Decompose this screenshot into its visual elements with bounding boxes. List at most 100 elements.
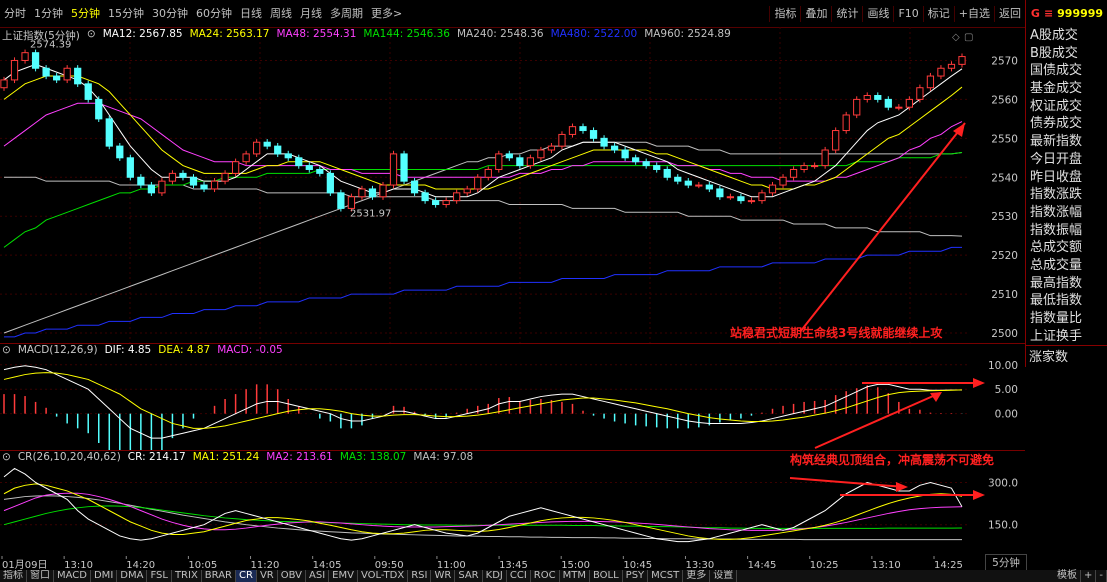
cr-panel[interactable]: 300.0 150.0 构筑经典见顶组合，冲高震荡不可避免 ⊙ CR(26,10,2…	[0, 450, 1025, 554]
indicator-tab-brar[interactable]: BRAR	[202, 570, 236, 582]
indicator-tab-kdj[interactable]: KDJ	[483, 570, 507, 582]
back-button[interactable]: 返回	[994, 5, 1025, 22]
side-list-item[interactable]: 最新指数	[1026, 133, 1107, 151]
indicator-tab-psy[interactable]: PSY	[623, 570, 649, 582]
tab-period-daily[interactable]: 日线	[236, 0, 266, 27]
overlay-button[interactable]: 叠加	[800, 5, 831, 22]
cr-chart[interactable]: 300.0 150.0 构筑经典见顶组合，冲高震荡不可避免	[0, 450, 1025, 554]
tab-period-1min[interactable]: 1分钟	[30, 0, 67, 27]
indicator-tab-window[interactable]: 窗口	[27, 570, 54, 582]
indicator-tab-vr[interactable]: VR	[257, 570, 278, 582]
macd-line-dif	[3, 365, 962, 439]
tab-period-5min[interactable]: 5分钟	[67, 0, 104, 27]
tab-period-monthly[interactable]: 月线	[296, 0, 326, 27]
indicator-tab-fsl[interactable]: FSL	[147, 570, 172, 582]
candle-body	[231, 161, 240, 174]
indicator-tab-emv[interactable]: EMV	[329, 570, 358, 582]
expand-icon[interactable]: ◇	[952, 32, 960, 43]
side-list-extra[interactable]: 涨家数	[1025, 345, 1107, 365]
time-label: 14:25	[934, 560, 963, 570]
indicator-tab-mtm[interactable]: MTM	[560, 570, 590, 582]
template-button[interactable]: 模板	[1054, 570, 1081, 582]
indicator-tab-rsi[interactable]: RSI	[408, 570, 432, 582]
zoom-out-button[interactable]: -	[1096, 570, 1107, 582]
tab-period-15min[interactable]: 15分钟	[104, 0, 148, 27]
side-list-item[interactable]: 昨日收盘	[1026, 169, 1107, 187]
side-list-item[interactable]: 指数涨幅	[1026, 204, 1107, 222]
indicator-tab-设置[interactable]: 设置	[710, 570, 738, 582]
side-list-item[interactable]: B股成交	[1026, 45, 1107, 63]
draw-line-button[interactable]: 画线	[862, 5, 893, 22]
window-icon[interactable]: ▢	[964, 32, 973, 43]
y-tick-label: 150.0	[988, 520, 1018, 532]
indicator-tab-obv[interactable]: OBV	[278, 570, 306, 582]
tab-period-more[interactable]: 更多>	[367, 0, 406, 27]
indicator-tab-trix[interactable]: TRIX	[172, 570, 202, 582]
candle-body	[326, 172, 334, 194]
indicator-tab-dma[interactable]: DMA	[117, 570, 148, 582]
side-list-item[interactable]: A股成交	[1026, 27, 1107, 45]
indicator-tab-cci[interactable]: CCI	[507, 570, 531, 582]
chart-settings-icon[interactable]: ⊙	[2, 344, 11, 356]
side-list-item[interactable]: 权证成交	[1026, 98, 1107, 116]
y-tick-label: 2520	[991, 250, 1018, 262]
side-list-item[interactable]: 指数振幅	[1026, 222, 1107, 240]
indicator-tab-indicator[interactable]: 指标	[0, 570, 27, 582]
chart-settings-icon[interactable]: ⊙	[2, 451, 11, 463]
indicator-tab-boll[interactable]: BOLL	[590, 570, 623, 582]
side-list-item[interactable]: 指数量比	[1026, 310, 1107, 328]
macd-title: MACD(12,26,9)	[17, 344, 98, 356]
price-chart-panel[interactable]: 2570 2560 2550 2540 2530 2520 2510 2500 2574.39 2…	[0, 27, 1025, 344]
candle-body	[726, 196, 735, 199]
mark-button[interactable]: 标记	[922, 5, 954, 22]
chart-settings-icon[interactable]: ⊙	[87, 28, 96, 43]
indicator-tab-macd[interactable]: MACD	[54, 570, 91, 582]
candle-body	[95, 98, 103, 120]
side-list-item[interactable]: 上证换手	[1026, 328, 1107, 346]
side-list-item[interactable]: 指数涨跌	[1026, 186, 1107, 204]
side-list-item[interactable]: 总成交额	[1026, 239, 1107, 257]
candle-body	[747, 200, 756, 203]
cr-legend-items: CR: 214.17 MA1: 251.24 MA2: 213.61 MA3: 138…	[128, 451, 473, 463]
side-list-item[interactable]: 今日开盘	[1026, 151, 1107, 169]
indicator-tab-vol-tdx[interactable]: VOL-TDX	[358, 570, 409, 582]
side-list-item[interactable]: 总成交量	[1026, 257, 1107, 275]
indicator-tab-sar[interactable]: SAR	[455, 570, 483, 582]
price-chart[interactable]: 257025602550254025302520251025002574.392…	[0, 27, 1025, 343]
indicator-tab-dmi[interactable]: DMI	[91, 570, 118, 582]
tab-period-60min[interactable]: 60分钟	[192, 0, 236, 27]
indicator-tab-cr[interactable]: CR	[236, 570, 257, 582]
stats-button[interactable]: 统计	[831, 5, 862, 22]
cr-legend-item: MA4: 97.08	[413, 451, 474, 463]
stock-code-box[interactable]: G ≡ 999999	[1025, 0, 1107, 27]
side-list-item[interactable]: 最高指数	[1026, 275, 1107, 293]
tab-period-weekly[interactable]: 周线	[266, 0, 296, 27]
candle-body	[316, 168, 324, 174]
indicator-button[interactable]: 指标	[769, 5, 800, 22]
menu-icon[interactable]: ≡	[1044, 7, 1053, 20]
tab-period-30min[interactable]: 30分钟	[148, 0, 192, 27]
indicator-tab-mcst[interactable]: MCST	[648, 570, 684, 582]
side-list-item[interactable]: 最低指数	[1026, 292, 1107, 310]
side-list-item[interactable]: 基金成交	[1026, 80, 1107, 98]
cr-line-cr-ma4	[3, 495, 963, 541]
add-watchlist-button[interactable]: +自选	[953, 5, 994, 22]
candle-body	[410, 180, 419, 194]
tab-period-multi[interactable]: 多周期	[326, 0, 367, 27]
candle-body	[821, 149, 829, 167]
indicator-tab-wr[interactable]: WR	[431, 570, 456, 582]
candle-body	[926, 75, 935, 89]
macd-chart[interactable]: 10.00 5.00 0.00	[0, 343, 1025, 450]
time-label: 10:25	[810, 560, 839, 570]
candle-body	[421, 192, 429, 202]
indicator-tab-更多[interactable]: 更多	[683, 570, 711, 582]
time-label: 13:45	[499, 560, 528, 570]
indicator-tab-asi[interactable]: ASI	[306, 570, 330, 582]
f10-button[interactable]: F10	[893, 5, 922, 22]
side-list-item[interactable]: 国债成交	[1026, 62, 1107, 80]
side-list-item[interactable]: 债券成交	[1026, 115, 1107, 133]
tab-period-fenshi[interactable]: 分时	[0, 0, 30, 27]
zoom-in-button[interactable]: +	[1081, 570, 1097, 582]
macd-panel[interactable]: 10.00 5.00 0.00 ⊙ MACD(12,26,9) DIF: 4.85 D…	[0, 343, 1025, 451]
indicator-tab-roc[interactable]: ROC	[531, 570, 560, 582]
